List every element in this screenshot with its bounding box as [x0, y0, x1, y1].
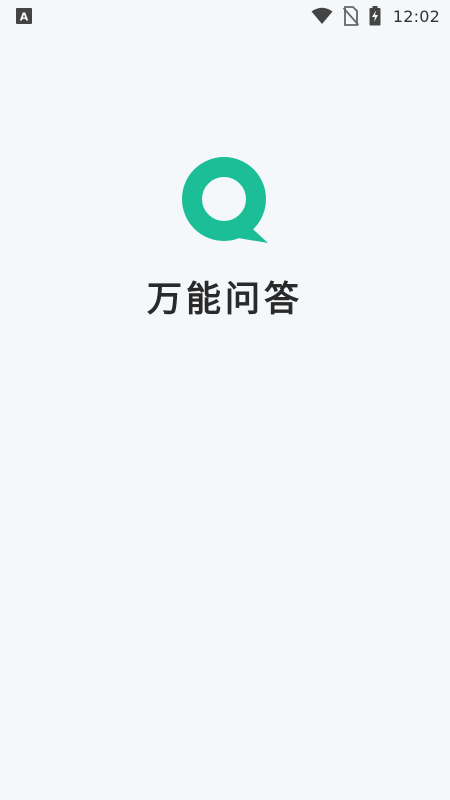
no-sim-icon [342, 6, 359, 26]
battery-charging-icon [369, 6, 381, 26]
status-right-group: 12:02 [311, 4, 440, 28]
status-bar: A 12:02 [0, 0, 450, 32]
app-title: 万能问答 [146, 280, 303, 320]
status-time: 12:02 [392, 6, 440, 26]
speech-bubble-logo-icon [180, 156, 270, 246]
wifi-icon [311, 7, 333, 25]
accessibility-glyph: A [20, 11, 29, 24]
accessibility-icon: A [16, 8, 32, 24]
